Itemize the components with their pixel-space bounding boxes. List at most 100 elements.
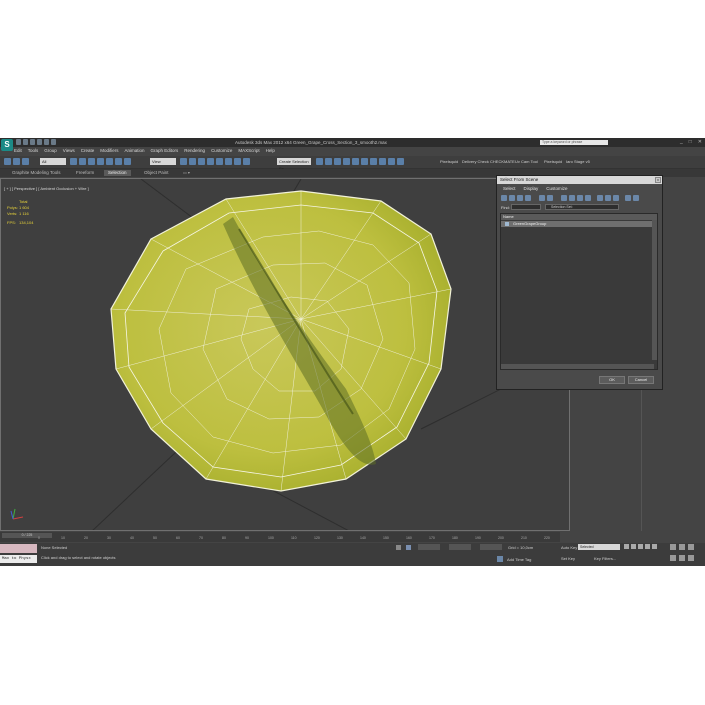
toolbar-pixelsquid-2[interactable]: Pixelsquid	[544, 159, 562, 164]
play-icon[interactable]	[638, 544, 643, 549]
display-invert-icon[interactable]	[613, 195, 619, 201]
select-object-icon[interactable]	[70, 158, 77, 165]
pan-icon[interactable]	[679, 555, 685, 561]
menu-animation[interactable]: Animation	[125, 148, 145, 155]
auto-key-label[interactable]: Auto Key	[561, 545, 577, 550]
schematic-view-icon[interactable]	[361, 158, 368, 165]
menu-group[interactable]: Group	[44, 148, 57, 155]
zoom-icon[interactable]	[670, 544, 676, 550]
tab-freeform[interactable]: Freeform	[72, 170, 98, 176]
menu-maxscript[interactable]: MAXScript	[238, 148, 259, 155]
display-none-icon[interactable]	[605, 195, 611, 201]
graphite-toggle-icon[interactable]	[343, 158, 350, 165]
toolbar-pixelsquid[interactable]: Pixelsquid	[440, 159, 458, 164]
select-by-name-icon[interactable]	[79, 158, 86, 165]
render-setup-icon[interactable]	[379, 158, 386, 165]
named-selection-set-select[interactable]: Create Selection Se	[277, 158, 311, 171]
cancel-button[interactable]: Cancel	[628, 376, 654, 384]
menu-graph-editors[interactable]: Graph Editors	[151, 148, 179, 155]
dialog-menu-display[interactable]: Display	[524, 186, 539, 191]
toolbar-iaro-stage[interactable]: Iaro Stage v5	[566, 159, 590, 164]
go-to-start-icon[interactable]	[624, 544, 629, 549]
display-all-icon[interactable]	[597, 195, 603, 201]
project-folder-icon[interactable]	[51, 139, 56, 145]
zoom-extents-icon[interactable]	[688, 544, 694, 550]
display-cameras-icon[interactable]	[525, 195, 531, 201]
search-input[interactable]: Type a keyword or phrase	[540, 140, 608, 145]
edit-named-selection-icon[interactable]	[243, 158, 250, 165]
viewport-label[interactable]: [ + ] [ Perspective ] [ Ambient Occlusio…	[4, 186, 89, 191]
column-header-name[interactable]: Name	[501, 214, 657, 220]
go-to-end-icon[interactable]	[652, 544, 657, 549]
redo-icon[interactable]	[44, 139, 49, 145]
percent-snap-icon[interactable]	[225, 158, 232, 165]
coord-z-field[interactable]	[480, 544, 502, 550]
move-icon[interactable]	[106, 158, 113, 165]
display-bones-icon[interactable]	[577, 195, 583, 201]
display-groups-icon[interactable]	[561, 195, 567, 201]
menu-create[interactable]: Create	[81, 148, 95, 155]
dialog-menu-customize[interactable]: Customize	[546, 186, 567, 191]
minimize-icon[interactable]: _	[680, 139, 683, 145]
rotate-icon[interactable]	[115, 158, 122, 165]
window-crossing-icon[interactable]	[97, 158, 104, 165]
menu-edit[interactable]: Edit	[14, 148, 22, 155]
rendered-frame-icon[interactable]	[388, 158, 395, 165]
tab-graphite-modeling-tools[interactable]: Graphite Modeling Tools	[8, 170, 64, 176]
angle-snap-icon[interactable]	[216, 158, 223, 165]
maximize-icon[interactable]: □	[689, 139, 692, 145]
absolute-mode-icon[interactable]	[406, 545, 411, 550]
coord-y-field[interactable]	[449, 544, 471, 550]
maxscript-listener-output[interactable]	[0, 544, 37, 553]
tab-object-paint[interactable]: Object Paint	[140, 170, 173, 176]
snaps-toggle-icon[interactable]	[207, 158, 214, 165]
menu-customize[interactable]: Customize	[211, 148, 232, 155]
perspective-viewport[interactable]: [ + ] [ Perspective ] [ Ambient Occlusio…	[0, 178, 570, 531]
next-frame-icon[interactable]	[645, 544, 650, 549]
set-key-label[interactable]: Set Key	[561, 556, 575, 561]
list-horizontal-scrollbar[interactable]	[501, 364, 654, 369]
bind-space-warp-icon[interactable]	[22, 158, 29, 165]
dialog-close-button[interactable]: x	[655, 177, 661, 183]
ribbon-toggle-icon[interactable]: ▭ ▾	[183, 170, 190, 175]
menu-help[interactable]: Help	[266, 148, 275, 155]
list-item[interactable]: GreenGrapeGroup	[501, 221, 657, 227]
display-xrefs-icon[interactable]	[569, 195, 575, 201]
orbit-icon[interactable]	[688, 555, 694, 561]
curve-editor-icon[interactable]	[352, 158, 359, 165]
material-editor-icon[interactable]	[370, 158, 377, 165]
new-icon[interactable]	[16, 139, 21, 145]
menu-views[interactable]: Views	[63, 148, 75, 155]
save-icon[interactable]	[30, 139, 35, 145]
menu-rendering[interactable]: Rendering	[184, 148, 205, 155]
zoom-all-icon[interactable]	[679, 544, 685, 550]
key-filters-button[interactable]: Key Filters...	[594, 556, 616, 561]
find-input[interactable]	[511, 204, 541, 210]
close-icon[interactable]: ✕	[698, 139, 702, 145]
display-shapes-icon[interactable]	[509, 195, 515, 201]
menu-tools[interactable]: Tools	[28, 148, 39, 155]
reference-coordinate-select[interactable]: View	[150, 158, 176, 165]
unlink-icon[interactable]	[13, 158, 20, 165]
toolbar-uv-cam-tool[interactable]: Uv Cam Tool	[515, 159, 538, 164]
time-tag-icon[interactable]	[497, 556, 503, 562]
display-lights-icon[interactable]	[517, 195, 523, 201]
grape-slice-mesh[interactable]	[110, 190, 452, 492]
lock-selection-icon[interactable]	[396, 545, 401, 550]
previous-frame-icon[interactable]	[631, 544, 636, 549]
link-icon[interactable]	[4, 158, 11, 165]
keyboard-shortcut-icon[interactable]	[198, 158, 205, 165]
mirror-icon[interactable]	[316, 158, 323, 165]
tab-selection[interactable]: Selection	[104, 170, 131, 176]
dialog-menu-select[interactable]: Select	[503, 186, 516, 191]
display-containers-icon[interactable]	[585, 195, 591, 201]
scale-icon[interactable]	[124, 158, 131, 165]
scene-object-list[interactable]: Name GreenGrapeGroup	[500, 213, 658, 370]
filter-icon[interactable]	[625, 195, 631, 201]
open-icon[interactable]	[23, 139, 28, 145]
sync-selection-icon[interactable]	[633, 195, 639, 201]
timeline-ruler[interactable]: 0 10 20 30 40 50 60 70 80 90 100 110 120…	[38, 536, 558, 542]
selection-filter-select[interactable]: All	[40, 158, 66, 165]
rectangular-selection-icon[interactable]	[88, 158, 95, 165]
select-manipulate-icon[interactable]	[189, 158, 196, 165]
